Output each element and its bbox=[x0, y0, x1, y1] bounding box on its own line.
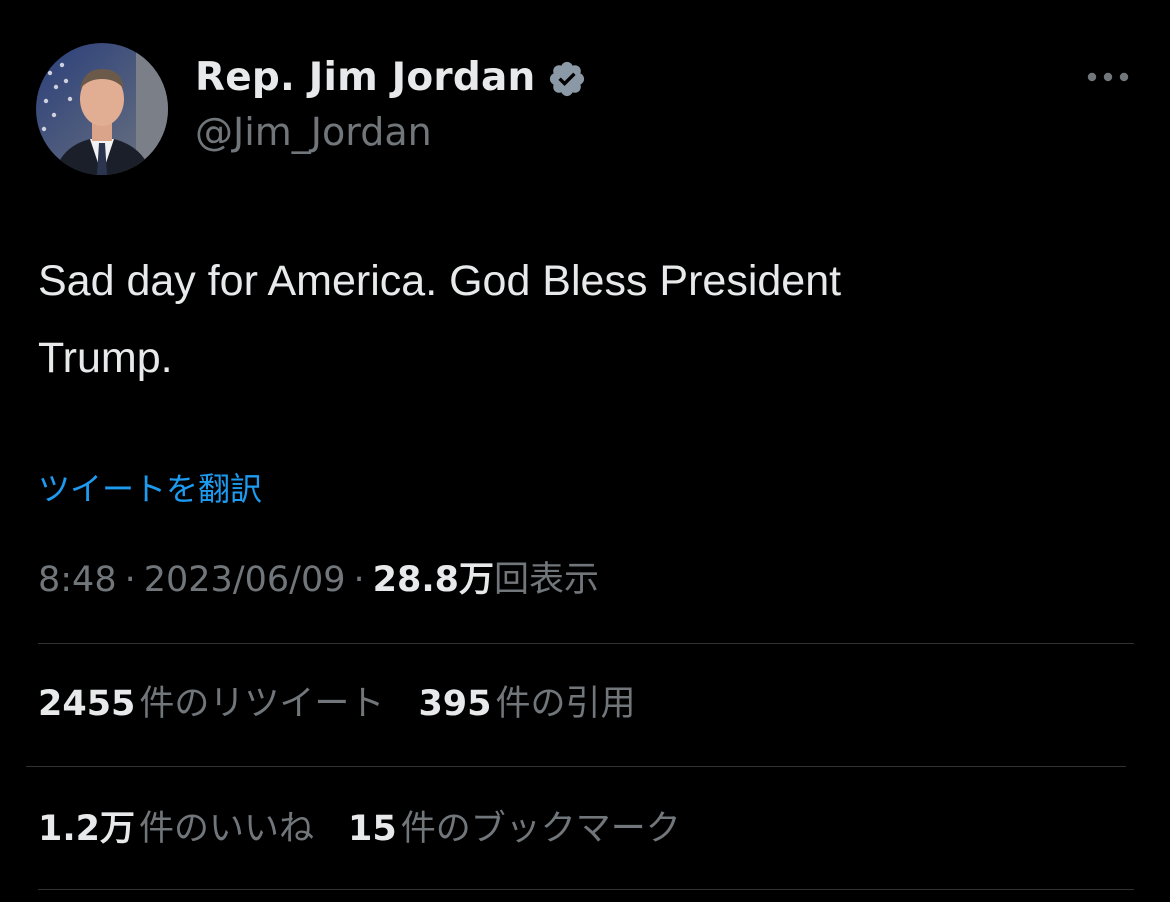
author-name-row[interactable]: Rep. Jim Jordan bbox=[195, 55, 587, 101]
avatar-portrait-image bbox=[36, 43, 168, 175]
divider bbox=[26, 766, 1126, 767]
more-horizontal-icon bbox=[1087, 72, 1129, 82]
bookmarks-label: 件のブックマーク bbox=[400, 809, 681, 849]
avatar[interactable] bbox=[36, 43, 168, 175]
divider bbox=[38, 889, 1134, 890]
retweets-stat[interactable]: 2455 件のリツイート bbox=[38, 680, 384, 728]
quotes-label: 件の引用 bbox=[495, 684, 636, 724]
tweet-date[interactable]: 2023/06/09 bbox=[144, 560, 346, 600]
tweet-meta: 8:48 · 2023/06/09 · 28.8万回表示 bbox=[38, 556, 599, 604]
likes-stat[interactable]: 1.2万 件のいいね bbox=[38, 805, 314, 853]
meta-separator: · bbox=[353, 560, 365, 600]
bookmarks-count: 15 bbox=[348, 809, 397, 849]
verified-badge-icon bbox=[547, 59, 587, 99]
tweet-text-line: Sad day for America. God Bless President bbox=[38, 257, 842, 305]
meta-separator: · bbox=[124, 560, 136, 600]
views-count: 28.8万 bbox=[372, 560, 494, 600]
tweet-text: Sad day for America. God Bless President… bbox=[38, 243, 1098, 397]
bookmarks-stat[interactable]: 15 件のブックマーク bbox=[348, 805, 681, 853]
likes-count: 1.2万 bbox=[38, 809, 136, 849]
more-options-button[interactable] bbox=[1083, 60, 1133, 94]
tweet-detail: Rep. Jim Jordan @Jim_Jordan Sad day for … bbox=[0, 0, 1170, 902]
engagement-row: 1.2万 件のいいね 15 件のブックマーク bbox=[38, 805, 681, 853]
author-handle[interactable]: @Jim_Jordan bbox=[195, 109, 432, 155]
likes-label: 件のいいね bbox=[139, 809, 315, 849]
quotes-count: 395 bbox=[418, 684, 492, 724]
engagement-row: 2455 件のリツイート 395 件の引用 bbox=[38, 680, 636, 728]
tweet-time[interactable]: 8:48 bbox=[38, 560, 117, 600]
translate-tweet-link[interactable]: ツイートを翻訳 bbox=[38, 465, 262, 513]
views-label: 回表示 bbox=[493, 560, 599, 600]
tweet-text-line: Trump. bbox=[38, 334, 173, 382]
retweets-label: 件のリツイート bbox=[139, 684, 385, 724]
author-display-name: Rep. Jim Jordan bbox=[195, 55, 536, 100]
divider bbox=[38, 643, 1134, 644]
retweets-count: 2455 bbox=[38, 684, 136, 724]
quotes-stat[interactable]: 395 件の引用 bbox=[418, 680, 635, 728]
